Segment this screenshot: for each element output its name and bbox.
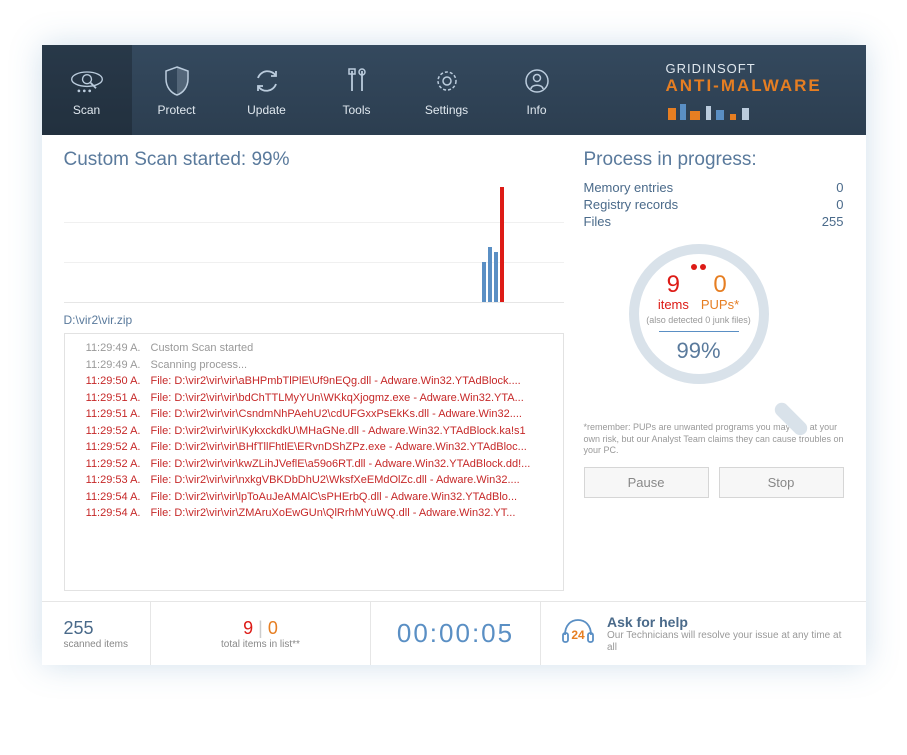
tools-icon [339, 63, 375, 99]
log-row: 11:29:52 A.File: D:\vir2\vir\vir\BHfTllF… [73, 439, 555, 456]
log-row: 11:29:54 A.File: D:\vir2\vir\vir\ZMAruXo… [73, 505, 555, 522]
scan-log[interactable]: 11:29:49 A.Custom Scan started11:29:49 A… [64, 333, 564, 591]
nav-bar: Scan Protect Update Tools [42, 45, 582, 135]
nav-info-label: Info [526, 103, 546, 117]
app-window: Scan Protect Update Tools [42, 45, 866, 665]
progress-percent: 99% [676, 338, 720, 364]
items-count: 9 [658, 273, 689, 297]
chart-bar [488, 247, 492, 302]
stop-button[interactable]: Stop [719, 467, 844, 498]
update-icon [249, 63, 285, 99]
brand-decoration [666, 102, 846, 120]
svg-text:24: 24 [571, 628, 585, 642]
brand: GRIDINSOFT ANTI-MALWARE [666, 61, 866, 120]
nav-update[interactable]: Update [222, 45, 312, 135]
log-row: 11:29:53 A.File: D:\vir2\vir\vir\nxkgVBK… [73, 472, 555, 489]
nav-scan-label: Scan [73, 103, 100, 117]
right-column: Process in progress: Memory entries0Regi… [584, 149, 844, 591]
elapsed-time: 00:00:05 [397, 618, 514, 649]
log-row: 11:29:52 A.File: D:\vir2\vir\vir\IKykxck… [73, 423, 555, 440]
scanned-items-cell: 255 scanned items [42, 602, 151, 665]
activity-chart [64, 183, 564, 303]
nav-settings[interactable]: Settings [402, 45, 492, 135]
pups-label: PUPs* [701, 297, 739, 312]
progress-stats: Memory entries0Registry records0Files255 [584, 179, 844, 230]
nav-scan[interactable]: Scan [42, 45, 132, 135]
scan-icon [69, 63, 105, 99]
log-row: 11:29:49 A.Custom Scan started [73, 340, 555, 357]
ask-for-help[interactable]: 24 Ask for help Our Technicians will res… [541, 614, 866, 654]
junk-detected-label: (also detected 0 junk files) [646, 315, 751, 325]
headset-icon: 24 [559, 615, 597, 653]
nav-settings-label: Settings [425, 103, 468, 117]
chart-bar [482, 262, 486, 302]
log-row: 11:29:54 A.File: D:\vir2\vir\vir\lpToAuJ… [73, 489, 555, 506]
help-subtitle: Our Technicians will resolve your issue … [607, 630, 848, 654]
elapsed-time-cell: 00:00:05 [371, 602, 541, 665]
shield-icon [159, 63, 195, 99]
log-row: 11:29:50 A.File: D:\vir2\vir\vir\aBHPmbT… [73, 373, 555, 390]
pups-count: 0 [701, 273, 739, 297]
log-row: 11:29:52 A.File: D:\vir2\vir\vir\kwZLihJ… [73, 456, 555, 473]
pause-button[interactable]: Pause [584, 467, 709, 498]
brand-product: ANTI-MALWARE [666, 76, 846, 96]
scanned-items-count: 255 [64, 618, 128, 639]
stat-row: Files255 [584, 213, 844, 230]
total-items-count: 9 | 0 [243, 618, 278, 639]
nav-tools[interactable]: Tools [312, 45, 402, 135]
nav-update-label: Update [247, 103, 286, 117]
nav-tools-label: Tools [342, 103, 370, 117]
log-row: 11:29:49 A.Scanning process... [73, 357, 555, 374]
header: Scan Protect Update Tools [42, 45, 866, 135]
footer: 255 scanned items 9 | 0 total items in l… [42, 601, 866, 665]
content: Custom Scan started: 99% D:\vir2\vir.zip… [42, 135, 866, 601]
brand-name: GRIDINSOFT [666, 61, 846, 76]
total-items-label: total items in list** [221, 639, 300, 650]
items-label: items [658, 297, 689, 312]
info-icon [519, 63, 555, 99]
chart-bar [494, 252, 498, 302]
nav-info[interactable]: Info [492, 45, 582, 135]
log-row: 11:29:51 A.File: D:\vir2\vir\vir\bdChTTL… [73, 390, 555, 407]
left-column: Custom Scan started: 99% D:\vir2\vir.zip… [64, 149, 564, 591]
chart-bar [500, 187, 504, 302]
nav-protect[interactable]: Protect [132, 45, 222, 135]
scan-status-title: Custom Scan started: 99% [64, 149, 564, 171]
total-items-cell: 9 | 0 total items in list** [151, 602, 371, 665]
current-file-path: D:\vir2\vir.zip [64, 313, 564, 327]
result-gauge: 9 items 0 PUPs* (also detected 0 junk fi… [629, 244, 799, 414]
stat-row: Registry records0 [584, 196, 844, 213]
gear-icon [429, 63, 465, 99]
help-title: Ask for help [607, 614, 848, 630]
progress-title: Process in progress: [584, 149, 844, 171]
nav-protect-label: Protect [157, 103, 195, 117]
scanned-items-label: scanned items [64, 639, 128, 650]
stat-row: Memory entries0 [584, 179, 844, 196]
log-row: 11:29:51 A.File: D:\vir2\vir\vir\CsndmNh… [73, 406, 555, 423]
